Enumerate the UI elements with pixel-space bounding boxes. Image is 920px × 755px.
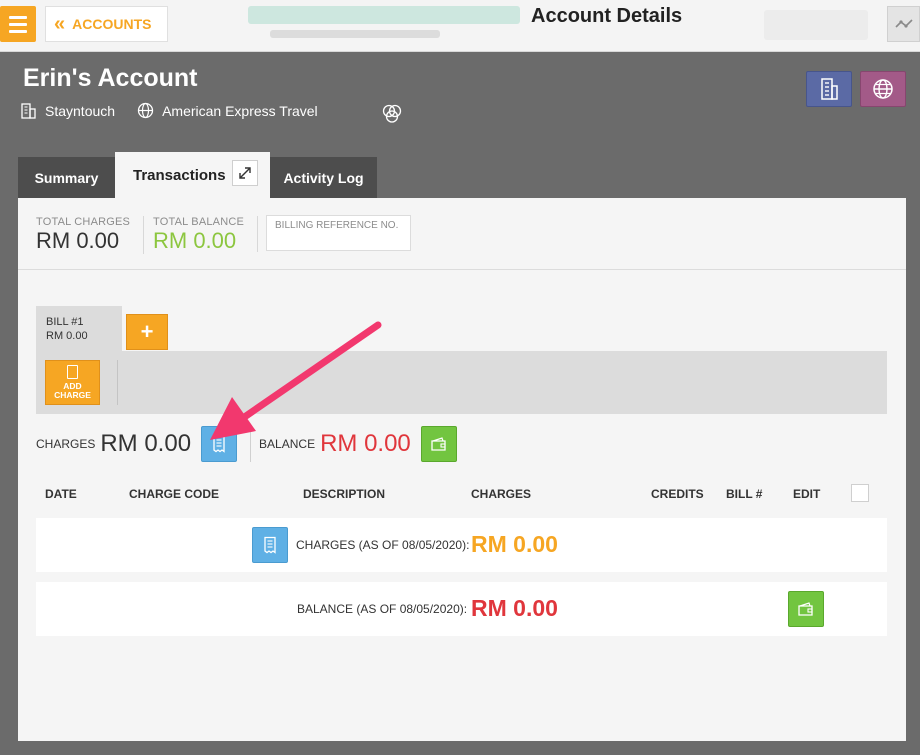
transactions-table-header: DATE CHARGE CODE DESCRIPTION CHARGES CRE…	[36, 478, 887, 508]
double-chevron-left-icon: «	[54, 13, 65, 35]
activity-graph-icon	[894, 19, 913, 28]
balance-value: RM 0.00	[320, 430, 411, 457]
tab-transactions-label: Transactions	[133, 166, 226, 184]
select-all-checkbox[interactable]	[851, 484, 869, 502]
row-receipt-button[interactable]	[252, 527, 288, 563]
wallet-icon	[798, 602, 813, 616]
billing-reference-field[interactable]: BILLING REFERENCE NO.	[266, 215, 411, 251]
col-edit: EDIT	[793, 487, 821, 501]
company-link[interactable]: Stayntouch	[20, 102, 115, 119]
total-charges-value: RM 0.00	[36, 228, 120, 253]
receipt-icon	[264, 536, 276, 554]
row-payment-button[interactable]	[788, 591, 824, 627]
add-charge-button[interactable]: ADD CHARGE	[45, 360, 100, 405]
col-date: DATE	[45, 487, 77, 501]
company-card-button[interactable]	[806, 71, 852, 107]
total-balance-label: TOTAL BALANCE	[153, 216, 245, 228]
account-meta: Stayntouch American Express Travel	[20, 102, 340, 119]
bill-name: BILL #1	[46, 316, 84, 328]
total-charges: TOTAL CHARGES RM 0.00	[36, 216, 130, 254]
building-icon	[821, 78, 838, 100]
charges-total-value: RM 0.00	[471, 531, 558, 557]
payment-button[interactable]	[420, 426, 457, 462]
header-info-redacted	[764, 10, 868, 40]
page-title: Account Details	[531, 5, 683, 27]
venn-icon	[382, 104, 402, 123]
col-charge-code: CHARGE CODE	[129, 487, 220, 501]
wallet-icon	[431, 437, 446, 451]
col-credits: CREDITS	[651, 487, 704, 501]
globe-icon	[873, 79, 893, 99]
hotel-name-redacted	[248, 6, 520, 24]
add-bill-button[interactable]: +	[126, 314, 168, 350]
tab-summary[interactable]: Summary	[18, 157, 115, 198]
activity-graph-button[interactable]	[887, 6, 920, 42]
balance-total-label: BALANCE (AS OF 08/05/2020):	[297, 602, 468, 616]
billing-reference-placeholder: BILLING REFERENCE NO.	[275, 220, 399, 231]
total-balance-value: RM 0.00	[153, 228, 237, 253]
totals-bar: TOTAL CHARGES RM 0.00 TOTAL BALANCE RM 0…	[18, 198, 906, 270]
totals-divider	[257, 216, 258, 252]
charges-value: RM 0.00	[100, 430, 192, 457]
user-info-redacted	[270, 30, 440, 38]
building-icon	[21, 103, 36, 119]
table-row-balance-total: BALANCE (AS OF 08/05/2020): RM 0.00	[36, 582, 887, 636]
receipt-icon	[213, 435, 225, 453]
receipt-button[interactable]	[201, 426, 238, 462]
bill-tab-1[interactable]: BILL #1 RM 0.00	[36, 306, 122, 352]
travel-agent-card-button[interactable]	[860, 71, 906, 107]
back-button-label: ACCOUNTS	[72, 16, 152, 32]
plus-icon: +	[140, 319, 154, 344]
toolbar-divider	[117, 360, 118, 405]
balance-total-value: RM 0.00	[471, 595, 558, 621]
col-description: DESCRIPTION	[303, 487, 386, 501]
expand-button[interactable]	[232, 160, 258, 186]
group-link[interactable]	[381, 104, 403, 129]
charges-total-label: CHARGES (AS OF 08/05/2020):	[296, 538, 470, 552]
bill-toolbar: ADD CHARGE	[36, 351, 887, 414]
bill-amount: RM 0.00	[46, 330, 88, 342]
total-charges-label: TOTAL CHARGES	[36, 216, 131, 228]
menu-button[interactable]	[0, 6, 36, 42]
travel-agent-name: American Express Travel	[162, 102, 318, 119]
charges-label: CHARGES	[36, 437, 96, 451]
top-bar: « ACCOUNTS Account Details	[0, 0, 920, 52]
expand-icon	[239, 167, 251, 179]
bill-summary-row: CHARGES RM 0.00 BALANCE RM 0.00	[36, 426, 457, 462]
add-charge-label-line2: CHARGE	[54, 390, 91, 400]
calculator-icon	[67, 365, 78, 379]
summary-divider	[250, 426, 252, 462]
tab-activity-log[interactable]: Activity Log	[270, 157, 377, 198]
transactions-panel: TOTAL CHARGES RM 0.00 TOTAL BALANCE RM 0…	[18, 198, 906, 741]
globe-icon	[137, 102, 154, 119]
account-name: Erin's Account	[23, 64, 198, 92]
balance-label: BALANCE	[259, 437, 316, 451]
travel-agent-link[interactable]: American Express Travel	[137, 102, 318, 119]
col-bill-number: BILL #	[726, 487, 763, 501]
col-charges: CHARGES	[471, 487, 532, 501]
table-row-charges-total: CHARGES (AS OF 08/05/2020): RM 0.00	[36, 518, 887, 572]
total-balance: TOTAL BALANCE RM 0.00	[143, 216, 244, 254]
company-name: Stayntouch	[45, 102, 116, 119]
back-to-accounts-button[interactable]: « ACCOUNTS	[45, 6, 168, 42]
